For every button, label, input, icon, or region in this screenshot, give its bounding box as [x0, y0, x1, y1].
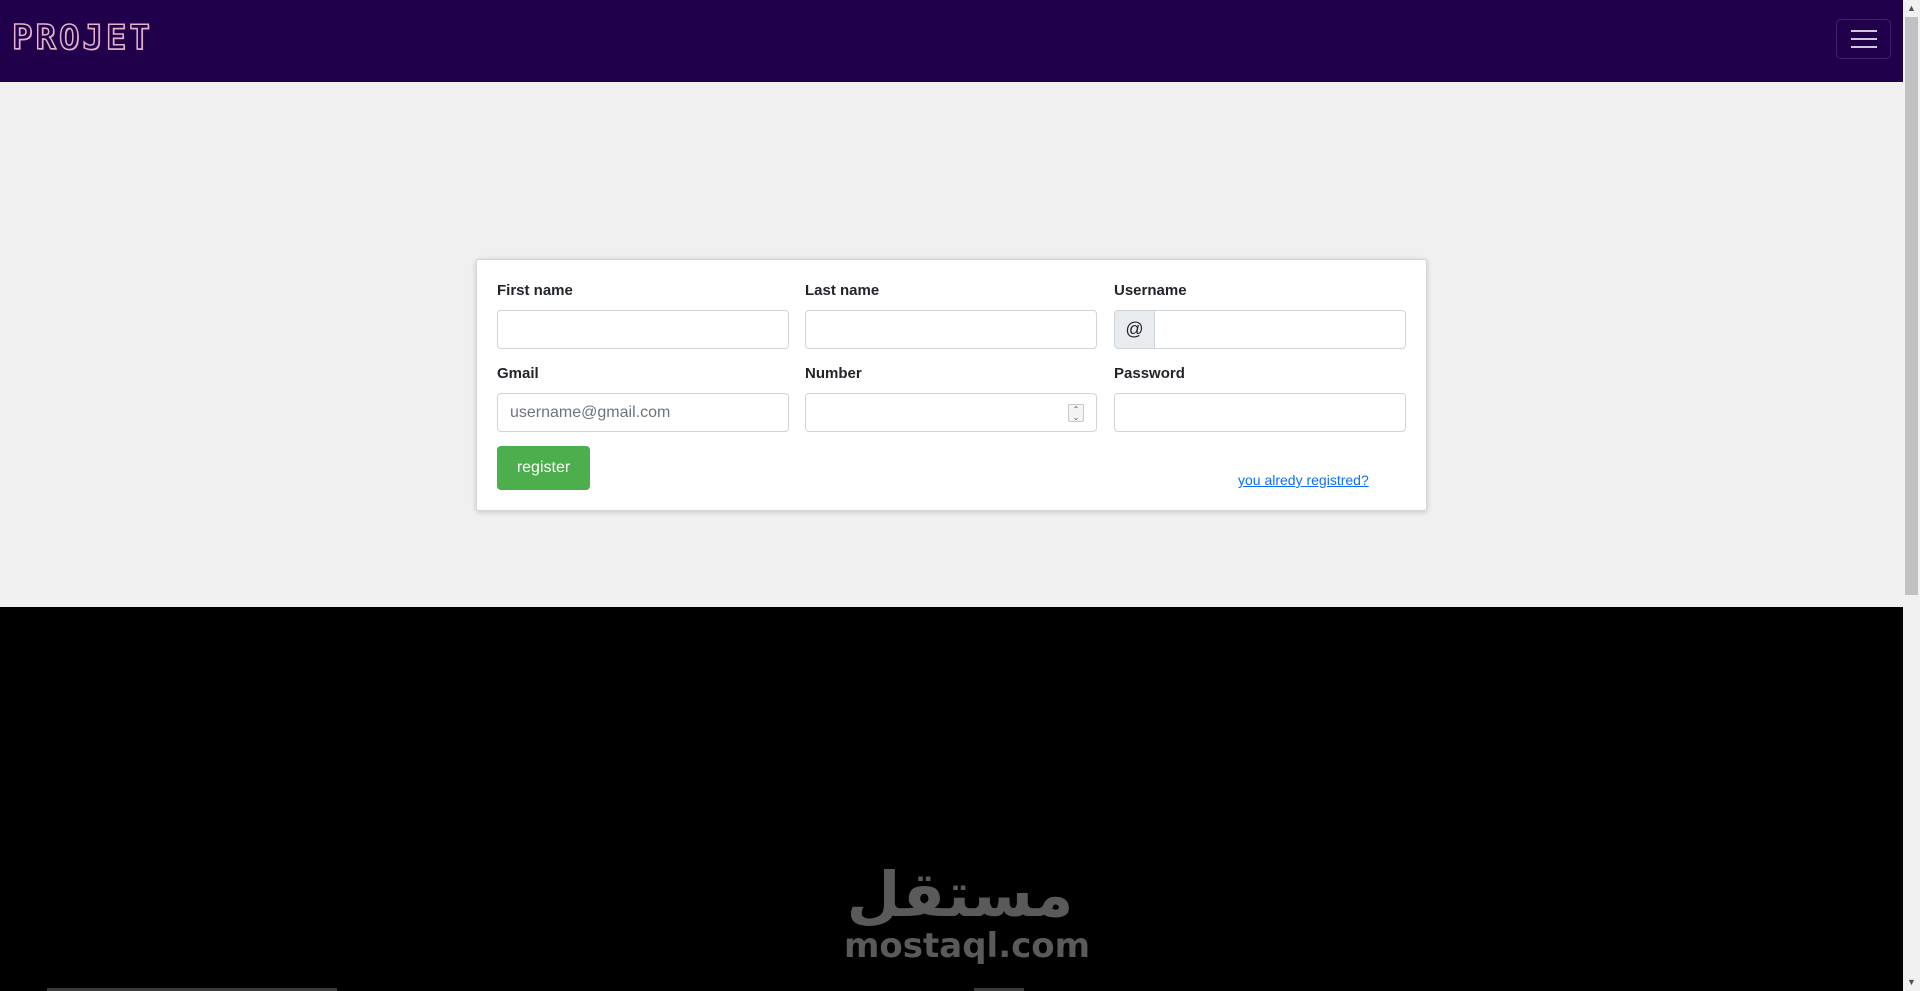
- scroll-up-arrow-icon[interactable]: ▲: [1903, 0, 1920, 17]
- page-scrollbar[interactable]: ▲ ▼: [1903, 0, 1920, 991]
- first-name-label: First name: [497, 282, 573, 299]
- username-group: Username @: [1114, 282, 1406, 349]
- watermark-arabic-text: مستقل: [846, 858, 1074, 931]
- username-input[interactable]: [1154, 310, 1406, 349]
- password-group: Password: [1114, 365, 1406, 432]
- gmail-label: Gmail: [497, 365, 539, 382]
- hamburger-menu-icon-line: [1850, 46, 1877, 48]
- first-name-input[interactable]: [497, 310, 789, 349]
- scrollbar-thumb[interactable]: [1905, 17, 1918, 595]
- navbar: PROJET: [0, 0, 1903, 82]
- last-name-label: Last name: [805, 282, 880, 299]
- main-content: First name Last name Username @ Gmail Nu…: [0, 82, 1903, 607]
- username-label: Username: [1114, 282, 1187, 299]
- brand-logo[interactable]: PROJET: [11, 17, 153, 59]
- hamburger-menu-icon-line: [1850, 38, 1877, 40]
- password-label: Password: [1114, 365, 1185, 382]
- at-prefix: @: [1114, 310, 1155, 349]
- register-button[interactable]: register: [497, 446, 590, 490]
- footer: مستقل mostaql.com: [0, 607, 1903, 991]
- last-name-input[interactable]: [805, 310, 1097, 349]
- number-input[interactable]: ⌃ ⌄: [805, 393, 1097, 432]
- password-input[interactable]: [1114, 393, 1406, 432]
- gmail-group: Gmail: [497, 365, 789, 432]
- spinner-icon[interactable]: ⌃ ⌄: [1068, 404, 1084, 422]
- scroll-down-arrow-icon[interactable]: ▼: [1903, 974, 1920, 991]
- first-name-group: First name: [497, 282, 789, 349]
- gmail-input[interactable]: [497, 393, 789, 432]
- number-group: Number ⌃ ⌄: [805, 365, 1097, 432]
- hamburger-menu-icon: [1850, 30, 1877, 32]
- mostaql-watermark: مستقل mostaql.com: [844, 858, 1091, 966]
- brand-text: PROJET: [11, 17, 153, 59]
- last-name-group: Last name: [805, 282, 1097, 349]
- navbar-toggler-button[interactable]: [1836, 19, 1891, 59]
- number-label: Number: [805, 365, 862, 382]
- registration-form: First name Last name Username @ Gmail Nu…: [476, 259, 1427, 511]
- watermark-latin-text: mostaql.com: [844, 926, 1091, 966]
- already-registered-link[interactable]: you alredy registred?: [1238, 472, 1369, 488]
